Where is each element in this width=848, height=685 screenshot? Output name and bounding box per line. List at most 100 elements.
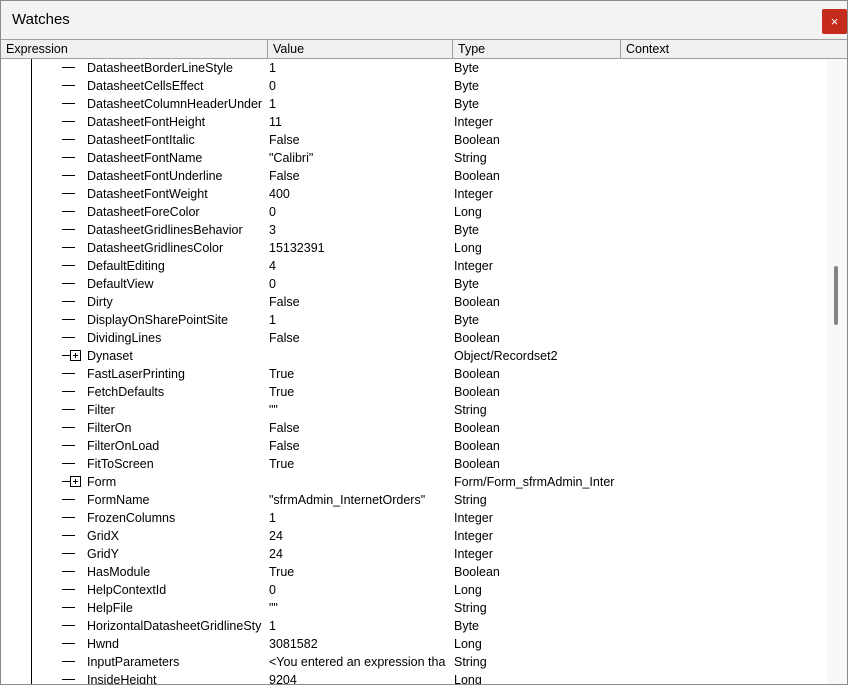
watch-expression: Hwnd — [87, 637, 119, 651]
watch-expression: Dynaset — [87, 349, 133, 363]
tree-connector — [62, 445, 75, 446]
watch-row[interactable]: DefaultView 0 Byte — [1, 275, 827, 293]
watch-type: String — [454, 601, 487, 615]
watch-value: "" — [269, 403, 278, 417]
watch-context — [622, 509, 822, 527]
watch-expression: GridX — [87, 529, 119, 543]
watch-value: False — [269, 295, 300, 309]
column-header-value[interactable]: Value — [267, 40, 452, 58]
watch-row[interactable]: DividingLines False Boolean — [1, 329, 827, 347]
watch-context — [622, 131, 822, 149]
tree-connector — [62, 517, 75, 518]
tree-connector — [62, 229, 75, 230]
watch-expression: HelpContextId — [87, 583, 167, 597]
title-bar[interactable]: Watches × — [1, 1, 847, 39]
watch-row[interactable]: HasModule True Boolean — [1, 563, 827, 581]
watch-row[interactable]: DatasheetGridlinesBehavior 3 Byte — [1, 221, 827, 239]
watch-row[interactable]: FilterOn False Boolean — [1, 419, 827, 437]
watch-type: Long — [454, 673, 482, 684]
close-button[interactable]: × — [822, 9, 847, 34]
tree-connector — [62, 85, 75, 86]
watch-context — [622, 221, 822, 239]
watch-type: Boolean — [454, 457, 500, 471]
watch-row[interactable]: InsideHeight 9204 Long — [1, 671, 827, 684]
watch-row[interactable]: DatasheetCellsEffect 0 Byte — [1, 77, 827, 95]
watch-context — [622, 545, 822, 563]
watch-list[interactable]: DatasheetBorderLineStyle 1 Byte DatasheetCe… — [1, 59, 827, 684]
column-header-context[interactable]: Context — [620, 40, 827, 58]
watch-type: Integer — [454, 547, 493, 561]
close-icon: × — [830, 14, 839, 29]
watch-row[interactable]: DatasheetGridlinesColor 15132391 Long — [1, 239, 827, 257]
watch-row[interactable]: InputParameters <You entered an expressio… — [1, 653, 827, 671]
watch-row[interactable]: Dynaset Object/Recordset2 — [1, 347, 827, 365]
watch-row[interactable]: DatasheetFontName "Calibri" String — [1, 149, 827, 167]
watch-type: Boolean — [454, 331, 500, 345]
watch-row[interactable]: DatasheetFontHeight 11 Integer — [1, 113, 827, 131]
watch-context — [622, 311, 822, 329]
watch-value: 11 — [269, 115, 282, 129]
watch-row[interactable]: DatasheetColumnHeaderUnder 1 Byte — [1, 95, 827, 113]
tree-connector — [62, 499, 75, 500]
watch-row[interactable]: FrozenColumns 1 Integer — [1, 509, 827, 527]
watch-type: Boolean — [454, 133, 500, 147]
expand-plus-icon[interactable] — [70, 476, 81, 487]
expand-plus-icon[interactable] — [70, 350, 81, 361]
column-header-expression[interactable]: Expression — [1, 40, 267, 58]
watch-row[interactable]: Hwnd 3081582 Long — [1, 635, 827, 653]
watch-value: 1 — [269, 61, 276, 75]
watch-row[interactable]: HelpFile "" String — [1, 599, 827, 617]
tree-connector — [62, 175, 75, 176]
watch-expression: Filter — [87, 403, 115, 417]
watch-expression: DatasheetCellsEffect — [87, 79, 204, 93]
watch-row[interactable]: GridY 24 Integer — [1, 545, 827, 563]
watch-context — [622, 239, 822, 257]
watch-row[interactable]: FastLaserPrinting True Boolean — [1, 365, 827, 383]
watch-type: Byte — [454, 97, 480, 111]
watch-expression: InsideHeight — [87, 673, 157, 684]
scrollbar-thumb[interactable] — [834, 266, 838, 325]
watch-expression: DatasheetFontUnderline — [87, 169, 223, 183]
watch-row[interactable]: HelpContextId 0 Long — [1, 581, 827, 599]
watch-row[interactable]: GridX 24 Integer — [1, 527, 827, 545]
watch-context — [622, 365, 822, 383]
watch-row[interactable]: HorizontalDatasheetGridlineSty 1 Byte — [1, 617, 827, 635]
watch-row[interactable]: Form Form/Form_sfrmAdmin_Inter — [1, 473, 827, 491]
watch-context — [622, 293, 822, 311]
watch-value: 1 — [269, 511, 276, 525]
watch-row[interactable]: DatasheetFontUnderline False Boolean — [1, 167, 827, 185]
tree-connector — [62, 679, 75, 680]
watch-row[interactable]: DisplayOnSharePointSite 1 Byte — [1, 311, 827, 329]
watch-row[interactable]: DefaultEditing 4 Integer — [1, 257, 827, 275]
watch-row[interactable]: FetchDefaults True Boolean — [1, 383, 827, 401]
watch-type: Byte — [454, 313, 480, 327]
tree-connector — [62, 301, 75, 302]
watch-row[interactable]: FitToScreen True Boolean — [1, 455, 827, 473]
tree-connector — [62, 103, 75, 104]
watch-row[interactable]: DatasheetFontWeight 400 Integer — [1, 185, 827, 203]
tree-connector — [62, 535, 75, 536]
tree-connector — [62, 319, 75, 320]
watch-row[interactable]: DatasheetFontItalic False Boolean — [1, 131, 827, 149]
watch-value: 24 — [269, 529, 283, 543]
watch-expression: FilterOn — [87, 421, 132, 435]
watch-expression: FetchDefaults — [87, 385, 165, 399]
tree-connector — [62, 553, 75, 554]
watch-row[interactable]: DatasheetForeColor 0 Long — [1, 203, 827, 221]
watch-context — [622, 113, 822, 131]
watch-row[interactable]: FormName "sfrmAdmin_InternetOrders" String — [1, 491, 827, 509]
tree-connector — [62, 193, 75, 194]
tree-connector — [62, 337, 75, 338]
watch-row[interactable]: DatasheetBorderLineStyle 1 Byte — [1, 59, 827, 77]
watch-value: 0 — [269, 277, 276, 291]
watch-row[interactable]: Filter "" String — [1, 401, 827, 419]
watch-context — [622, 203, 822, 221]
watch-value: False — [269, 439, 300, 453]
watch-row[interactable]: FilterOnLoad False Boolean — [1, 437, 827, 455]
watch-value: False — [269, 421, 300, 435]
watch-type: Boolean — [454, 169, 500, 183]
watch-row[interactable]: Dirty False Boolean — [1, 293, 827, 311]
vertical-scrollbar[interactable] — [827, 59, 847, 684]
watch-value: 400 — [269, 187, 290, 201]
column-header-type[interactable]: Type — [452, 40, 620, 58]
